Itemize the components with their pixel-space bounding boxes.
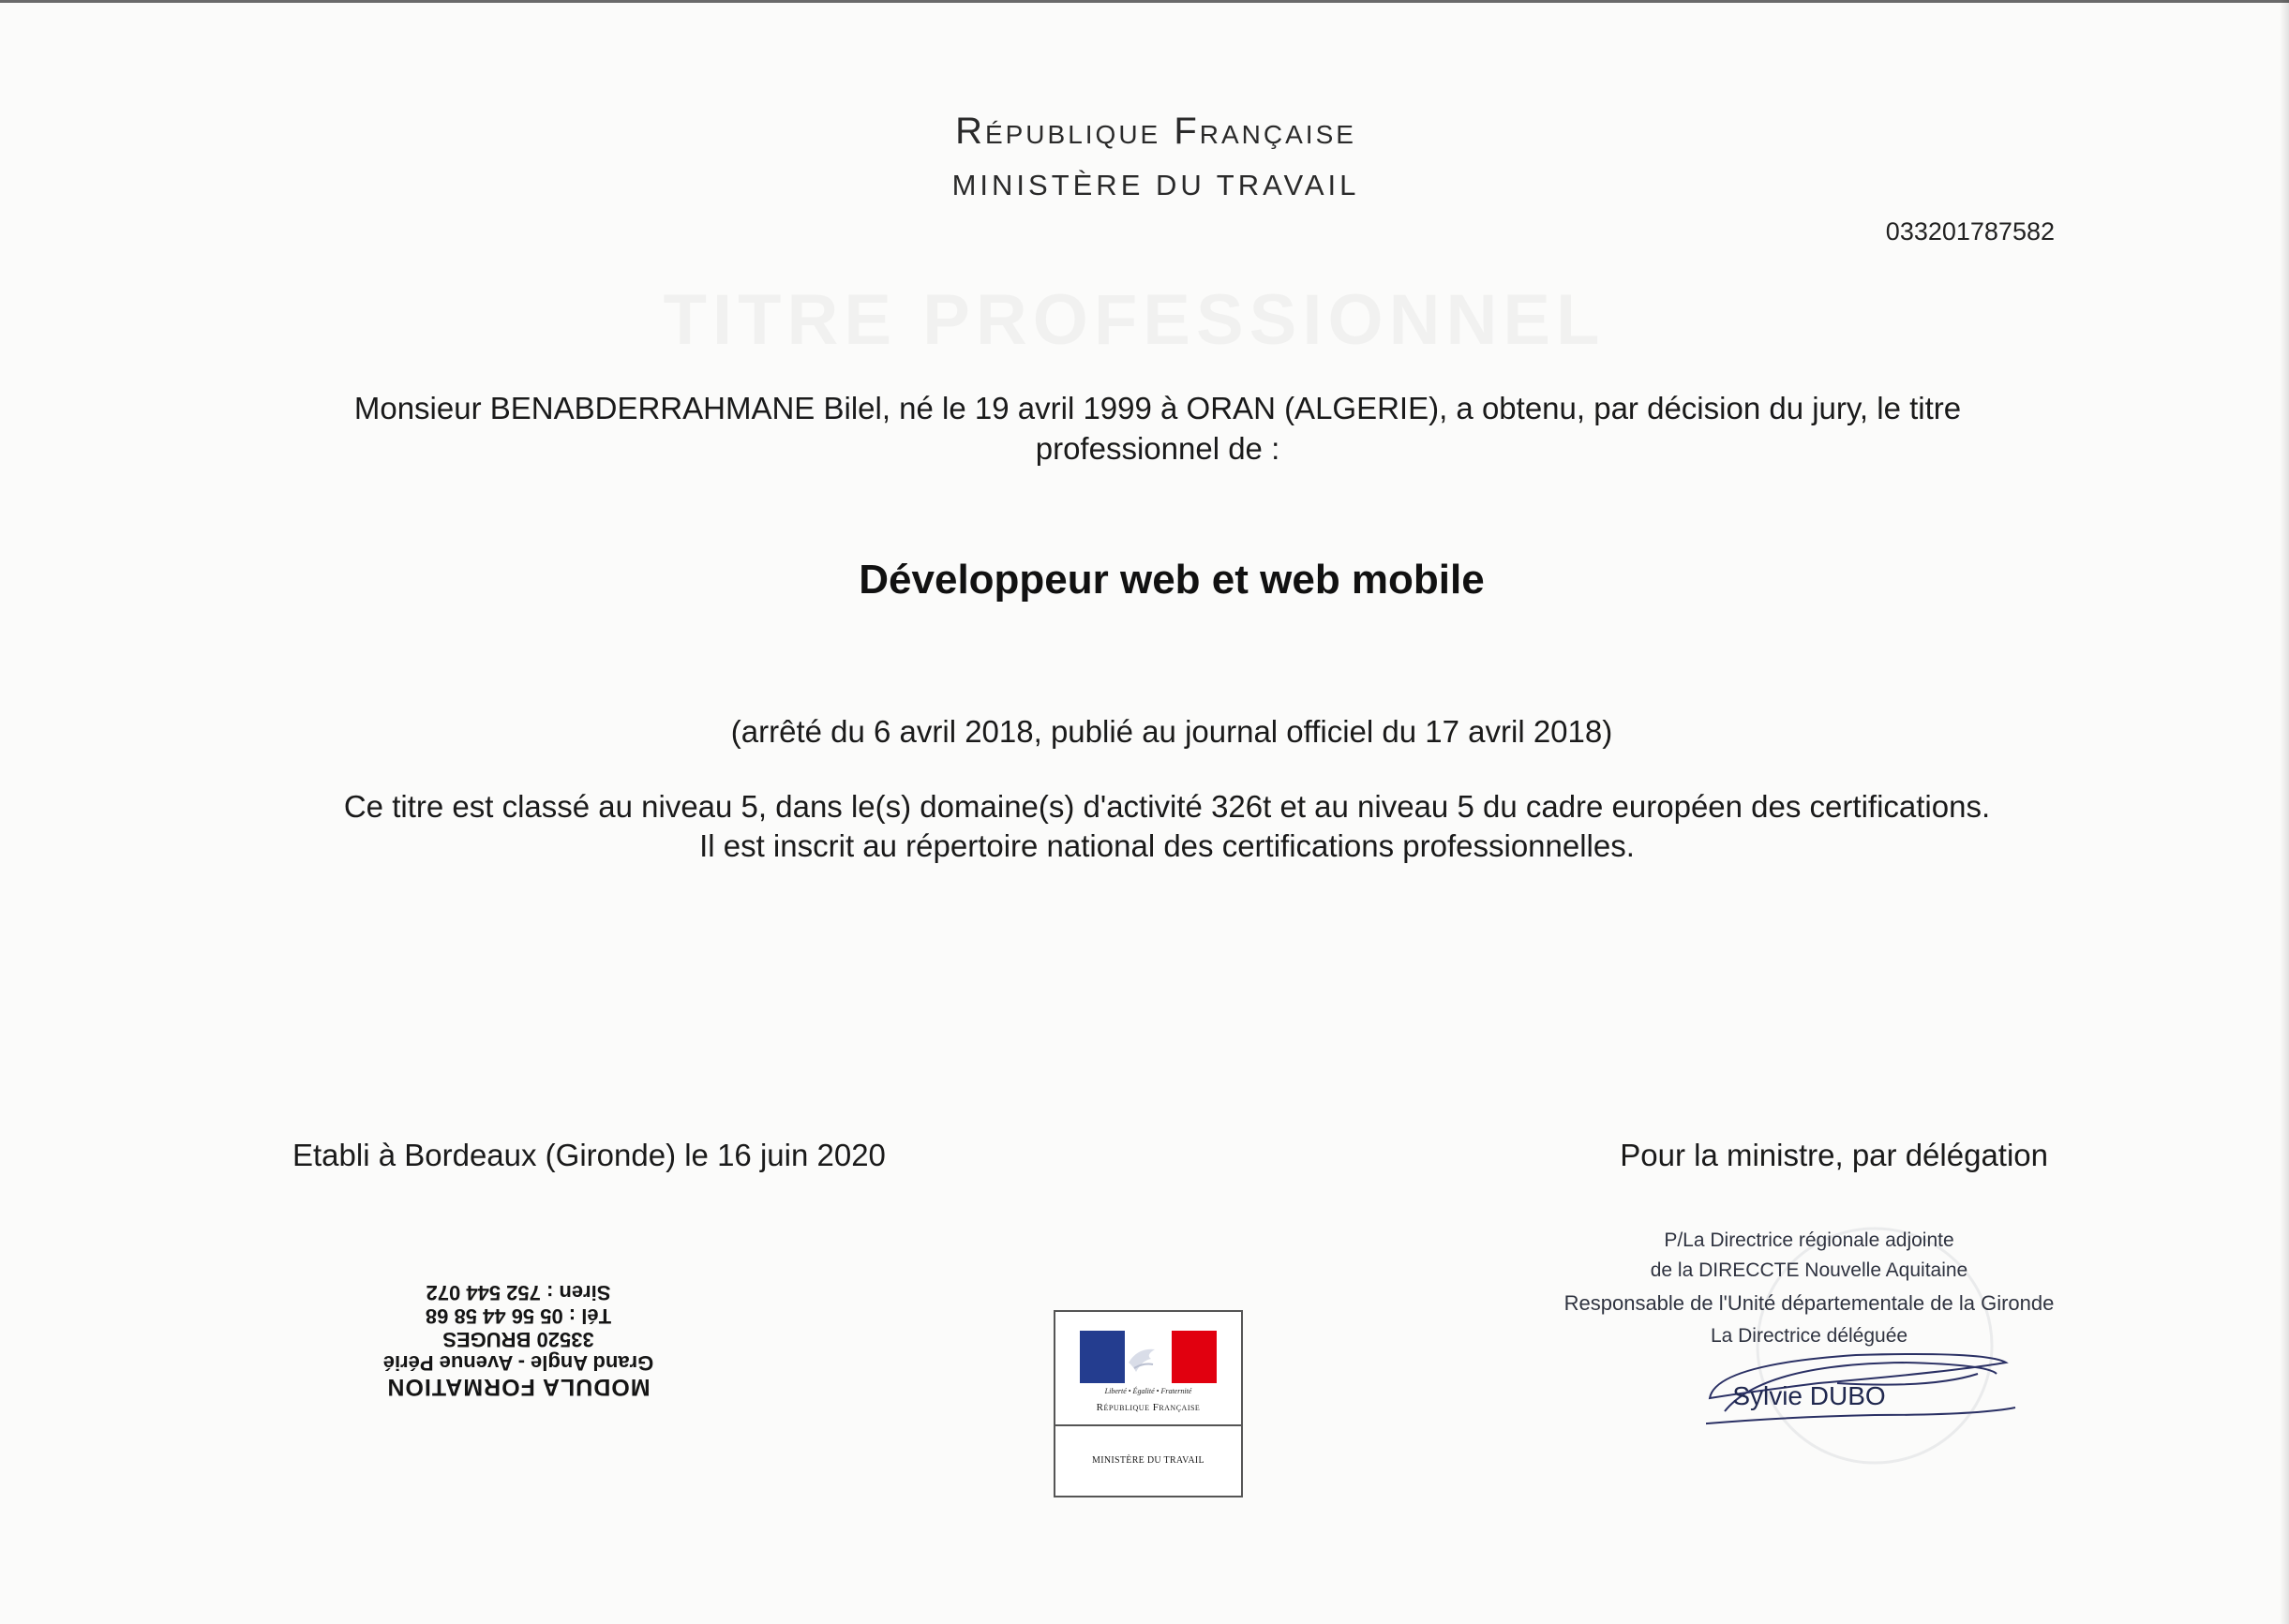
classification-paragraph: Ce titre est classé au niveau 5, dans le…: [272, 787, 2062, 866]
republic-header: République Française: [955, 111, 1356, 152]
scan-edge-shadow: [2280, 0, 2289, 1624]
logo-motto: Liberté • Égalité • Fraternité: [1104, 1387, 1192, 1395]
flag-red-band: [1172, 1331, 1217, 1383]
professional-title: Développeur web et web mobile: [859, 557, 1485, 603]
stamp-phone: Tél : 05 56 44 58 68: [425, 1304, 612, 1328]
logo-divider: [1055, 1424, 1241, 1426]
signer-name: Sylvie DUBO: [1732, 1381, 1886, 1410]
faded-watermark-banner: TITRE PROFESSIONNEL: [544, 279, 1725, 354]
ministry-header: MINISTÈRE DU TRAVAIL: [951, 169, 1360, 201]
issued-place-date: Etabli à Bordeaux (Gironde) le 16 juin 2…: [292, 1138, 886, 1172]
flag-blue-band: [1080, 1331, 1125, 1383]
holder-statement: Monsieur BENABDERRAHMANE Bilel, né le 19…: [353, 391, 1962, 466]
sign-line-unit: Responsable de l'Unité départementale de…: [1563, 1291, 2055, 1315]
marianne-logo: Liberté • Égalité • Fraternité Républiqu…: [1054, 1310, 1243, 1497]
sign-line-deputy: P/La Directrice régionale adjointe: [1664, 1229, 1954, 1251]
classification-line-registry: Il est inscrit au répertoire national de…: [699, 828, 1635, 863]
organization-stamp: MODULA FORMATION Grand Angle - Avenue Pé…: [326, 1280, 711, 1400]
logo-republic: République Française: [1096, 1402, 1201, 1413]
marianne-profile-icon: [1129, 1348, 1155, 1372]
sign-line-director: La Directrice déléguée: [1710, 1325, 1908, 1347]
stamp-org-name: MODULA FORMATION: [386, 1374, 651, 1400]
top-border-line: [0, 0, 2289, 3]
stamp-siren: Siren : 752 544 072: [426, 1281, 611, 1304]
tricolor-flag-icon: [1080, 1331, 1217, 1383]
logo-ministry: MINISTÈRE DU TRAVAIL: [1092, 1455, 1204, 1466]
decree-reference: (arrêté du 6 avril 2018, publié au journ…: [730, 714, 1613, 749]
flag-white-band: [1125, 1331, 1172, 1383]
certificate-number: 033201787582: [1885, 217, 2055, 246]
sign-line-direccte: de la DIRECCTE Nouvelle Aquitaine: [1650, 1259, 1968, 1281]
classification-line-level: Ce titre est classé au niveau 5, dans le…: [343, 789, 1991, 824]
stamp-city: 33520 BRUGES: [442, 1328, 594, 1351]
signature-block: P/La Directrice régionale adjointe de la…: [1537, 1224, 2062, 1477]
delegation-text: Pour la ministre, par délégation: [1620, 1138, 2048, 1172]
stamp-address: Grand Angle - Avenue Périé: [382, 1351, 654, 1375]
